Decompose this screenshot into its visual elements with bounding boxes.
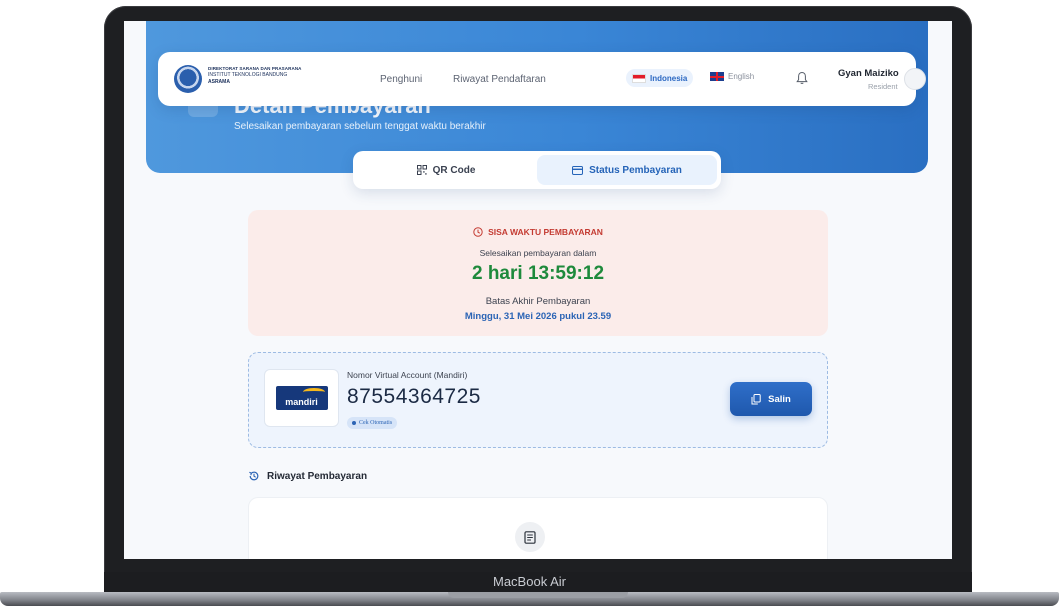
auto-check-badge: Cek Otomatis	[347, 417, 398, 429]
countdown-value: 2 hari 13:59:12	[471, 263, 605, 284]
logo-text-asrama: ASRAMA	[208, 79, 230, 85]
empty-list-icon	[515, 522, 545, 552]
bank-logo-box: mandiri	[264, 369, 339, 427]
virtual-account-number: 87554364725	[347, 385, 481, 408]
top-navbar: DIREKTORAT SARANA DAN PRASARANA INSTITUT…	[158, 52, 926, 106]
timer-heading-text: SISA WAKTU PEMBAYARAN	[488, 227, 603, 237]
user-name: Gyan Maiziko	[838, 68, 899, 79]
user-role: Resident	[868, 82, 898, 91]
language-label-english: English	[728, 72, 755, 81]
history-icon	[249, 471, 259, 481]
clock-icon	[473, 227, 483, 237]
page-subtitle: Selesaikan pembayaran sebelum tenggat wa…	[234, 121, 486, 132]
timer-subtitle: Selesaikan pembayaran dalam	[479, 248, 597, 258]
copy-button[interactable]: Salin	[730, 382, 812, 416]
logo-text-directorate: DIREKTORAT SARANA DAN PRASARANA	[208, 66, 302, 71]
language-option-indonesia[interactable]: Indonesia	[626, 69, 694, 87]
status-dot-icon	[352, 421, 356, 425]
virtual-account-card: mandiri Nomor Virtual Account (Mandiri) …	[248, 352, 828, 448]
tab-qr-code-label: QR Code	[432, 164, 476, 176]
tab-status-pembayaran[interactable]: Status Pembayaran	[537, 155, 717, 185]
copy-button-label: Salin	[768, 393, 791, 405]
language-option-english[interactable]: English	[710, 72, 754, 81]
avatar[interactable]	[904, 68, 926, 90]
deadline-value: Minggu, 31 Mei 2026 pukul 23.59	[464, 311, 612, 322]
language-label-indonesia: Indonesia	[650, 73, 688, 83]
payment-history-card	[248, 497, 828, 559]
tab-qr-code[interactable]: QR Code	[357, 155, 535, 185]
laptop-notch	[448, 592, 628, 598]
virtual-account-label: Nomor Virtual Account (Mandiri)	[347, 370, 468, 380]
payment-history-heading: Riwayat Pembayaran	[248, 470, 367, 482]
app-screen: Detail Pembayaran Selesaikan pembayaran …	[124, 21, 952, 559]
auto-check-label: Cek Otomatis	[359, 420, 393, 426]
nav-link-riwayat-pendaftaran[interactable]: Riwayat Pendaftaran	[453, 74, 546, 85]
timer-heading: SISA WAKTU PEMBAYARAN	[248, 227, 828, 237]
payment-timer-card: SISA WAKTU PEMBAYARAN Selesaikan pembaya…	[248, 210, 828, 336]
uk-flag-icon	[710, 72, 724, 81]
tab-status-label: Status Pembayaran	[589, 164, 682, 176]
payment-history-title: Riwayat Pembayaran	[267, 470, 368, 482]
logo-text-institute: INSTITUT TEKNOLOGI BANDUNG	[208, 72, 288, 78]
deadline-label: Batas Akhir Pembayaran	[485, 296, 591, 307]
bell-icon[interactable]	[796, 71, 808, 85]
bank-logo-text: mandiri	[285, 397, 318, 407]
itb-logo-icon[interactable]	[174, 65, 202, 93]
device-brand: MacBook Air	[493, 574, 566, 589]
qr-icon	[416, 165, 427, 175]
indonesia-flag-icon	[632, 73, 646, 83]
mandiri-logo-icon: mandiri	[275, 386, 328, 410]
copy-icon	[751, 393, 761, 404]
nav-link-penghuni[interactable]: Penghuni	[380, 74, 422, 85]
tab-bar: QR Code Status Pembayaran	[353, 151, 721, 189]
card-icon	[572, 165, 584, 175]
